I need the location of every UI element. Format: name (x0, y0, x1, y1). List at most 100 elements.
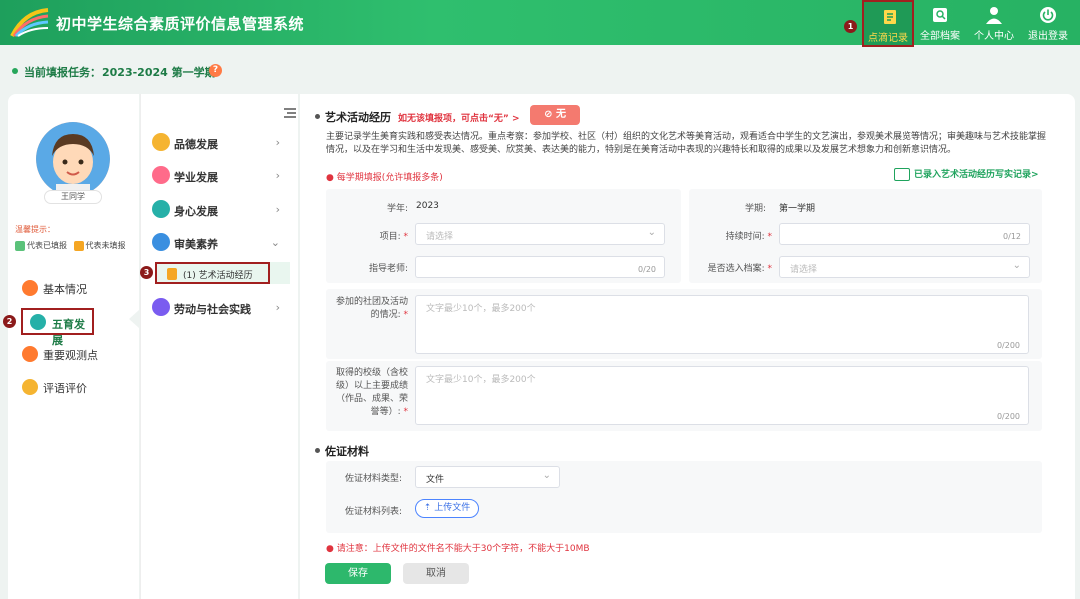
active-pointer (129, 310, 139, 328)
left-nav-observation-label: 重要观测点 (43, 349, 98, 362)
achievement-count: 0/200 (996, 412, 1020, 421)
evidence-type-select[interactable]: 文件 ⌄ (415, 466, 560, 488)
filled-legend-icon (15, 240, 25, 251)
archive-placeholder: 请选择 (790, 265, 818, 275)
chevron-down-icon: ⌄ (270, 236, 280, 249)
mid-nav-physical-label: 身心发展 (174, 205, 218, 218)
file-icon (167, 268, 177, 280)
save-button[interactable]: 保存 (325, 563, 391, 584)
app-title: 初中学生综合素质评价信息管理系统 (56, 15, 305, 33)
archive-select[interactable]: 请选择 ⌄ (779, 256, 1030, 278)
club-count: 0/200 (996, 341, 1020, 350)
requirement-note-text: 每学期填报(允许填报多条) (336, 173, 443, 183)
mid-nav-academic-label: 学业发展 (174, 171, 218, 184)
section-description: 主要记录学生美育实践和感受表达情况。重点考察：参加学校、社区（村）组织的文化艺术… (326, 132, 1047, 155)
menu-collapse-icon[interactable] (284, 108, 296, 118)
mid-nav-labor-label: 劳动与社会实践 (174, 303, 251, 316)
ban-icon: ⊘ (544, 109, 553, 120)
achievement-placeholder: 文字最少10个，最多200个 (426, 375, 536, 385)
achievement-label-text: 取得的校级（含校级）以上主要成绩（作品、成果、荣誉等）: (335, 368, 408, 417)
left-nav-comment-label: 评语评价 (43, 382, 87, 395)
morality-icon (152, 133, 170, 151)
physical-icon (152, 200, 170, 218)
requirement-note: ● 每学期填报(允许填报多条) (326, 173, 443, 183)
duration-label: 持续时间: * (725, 232, 772, 242)
evidence-type-label: 佐证材料类型: (344, 474, 402, 484)
nav-personal-label: 个人中心 (974, 31, 1014, 42)
mid-nav-morality-label: 品德发展 (174, 138, 218, 151)
mid-nav-morality[interactable]: 品德发展 › (150, 130, 292, 154)
comment-icon (22, 379, 38, 395)
sub-nav-highlight (270, 262, 290, 284)
mid-nav-physical[interactable]: 身心发展 › (150, 197, 292, 221)
evidence-type-value: 文件 (426, 475, 445, 485)
achievement-textarea[interactable]: 文字最少10个，最多200个 0/200 (415, 366, 1029, 425)
archive-label: 是否选入档案: * (707, 264, 772, 274)
evidence-list-label: 佐证材料列表: (344, 507, 402, 517)
nav-personal[interactable]: 个人中心 (968, 0, 1020, 45)
upload-file-button[interactable]: ⇡ 上传文件 (415, 499, 479, 518)
upload-icon: ⇡ (423, 503, 432, 513)
club-textarea[interactable]: 文字最少10个，最多200个 0/200 (415, 295, 1029, 354)
record-list-icon (894, 168, 910, 181)
teacher-label: 指导老师: (368, 264, 408, 274)
archive-label-text: 是否选入档案: (707, 264, 765, 274)
task-label: 当前填报任务： (24, 66, 101, 79)
step-marker-1: 1 (844, 20, 857, 33)
year-label: 学年: (386, 204, 408, 214)
avatar-icon (36, 122, 110, 196)
project-select[interactable]: 请选择 ⌄ (415, 223, 665, 245)
file-size-note-text: 请注意：上传文件的文件名不能大于30个字符，不能大于10MB (336, 544, 590, 554)
unfilled-legend-icon (73, 240, 84, 251)
student-name: 王同学 (44, 190, 102, 204)
left-nav-basic-info-label: 基本情况 (43, 283, 87, 296)
legend-row: 代表已填报 代表未填报 (15, 240, 126, 251)
mid-nav-aesthetic[interactable]: 审美素养 ⌄ (150, 230, 292, 254)
evidence-dot-icon (315, 448, 320, 453)
left-nav-basic-info[interactable]: 基本情况 (20, 276, 130, 300)
duration-input[interactable]: 0/12 (779, 223, 1030, 245)
top-header: 初中学生综合素质评价信息管理系统 1 点滴记录 全部档案 个人中心 退出登录 (0, 0, 1080, 47)
user-icon (986, 7, 1002, 24)
left-nav-comment[interactable]: 评语评价 (20, 375, 130, 399)
project-label: 项目: * (379, 232, 408, 242)
observation-icon (22, 346, 38, 362)
teacher-count: 0/20 (638, 265, 656, 274)
nav-record[interactable]: 点滴记录 (862, 0, 914, 47)
avatar (36, 122, 110, 196)
step-marker-2: 2 (3, 315, 16, 328)
nav-logout-label: 退出登录 (1028, 31, 1068, 42)
year-value: 2023 (416, 201, 439, 211)
file-size-note: ● 请注意：上传文件的文件名不能大于30个字符，不能大于10MB (326, 544, 590, 554)
achievement-label: 取得的校级（含校级）以上主要成绩（作品、成果、荣誉等）: * (335, 368, 408, 417)
aesthetic-icon (152, 233, 170, 251)
left-nav-observation[interactable]: 重要观测点 (20, 342, 130, 366)
none-button-label: 无 (555, 109, 566, 120)
basic-info-icon (22, 280, 38, 296)
club-label: 参加的社团及活动的情况: * (335, 297, 408, 320)
term-value: 第一学期 (779, 204, 816, 214)
note-record-icon (884, 10, 896, 24)
term-label: 学期: (744, 204, 766, 214)
nav-logout[interactable]: 退出登录 (1022, 0, 1074, 45)
recorded-link[interactable]: 已录入艺术活动经历写实记录> (894, 167, 1039, 181)
help-icon[interactable]: ? (209, 64, 222, 77)
mid-nav-academic[interactable]: 学业发展 › (150, 163, 292, 187)
teacher-input[interactable]: 0/20 (415, 256, 665, 278)
sub-nav-art-activity[interactable]: (1) 艺术活动经历 (155, 262, 270, 284)
project-placeholder: 请选择 (426, 232, 454, 242)
duration-count: 0/12 (1003, 232, 1021, 241)
academic-icon (152, 166, 170, 184)
nav-archive[interactable]: 全部档案 (914, 0, 966, 45)
labor-icon (152, 298, 170, 316)
none-hint: 如无该填报项，可点击“无” > (398, 114, 520, 124)
chevron-right-icon: › (275, 301, 280, 314)
recorded-link-label: 已录入艺术活动经历写实记录> (914, 170, 1039, 180)
none-button[interactable]: ⊘ 无 (530, 105, 580, 125)
left-nav-five-education[interactable]: 五育发展 (21, 308, 94, 347)
mid-nav-labor[interactable]: 劳动与社会实践 › (150, 295, 292, 319)
cancel-button[interactable]: 取消 (403, 563, 469, 584)
sub-nav-art-activity-label: (1) 艺术活动经历 (183, 271, 253, 281)
archive-icon (933, 8, 947, 22)
step-marker-3: 3 (140, 266, 153, 279)
